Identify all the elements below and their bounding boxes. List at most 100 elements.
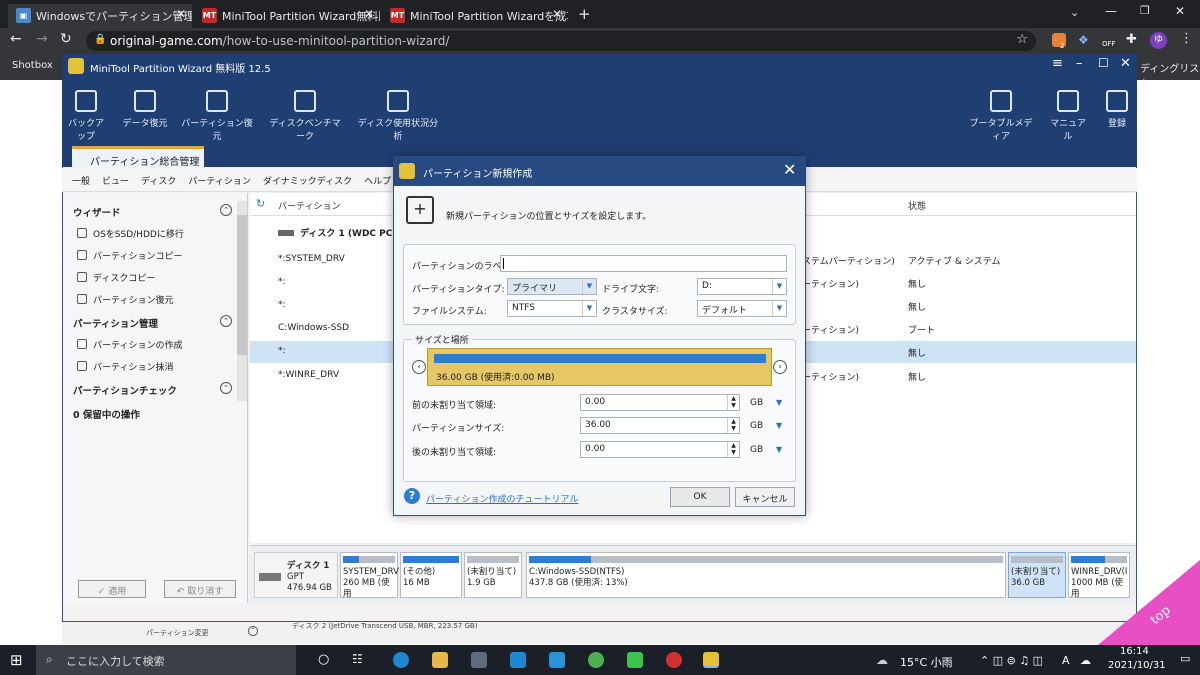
scroll-thumb[interactable] — [237, 215, 247, 355]
disk-benchmark-button[interactable]: ディスクベンチマーク — [266, 90, 344, 142]
edge-icon[interactable] — [393, 652, 409, 668]
profile-avatar[interactable]: ゆ — [1150, 32, 1167, 49]
disk1-header[interactable]: ディスク 1 (WDC PC SN — [278, 226, 410, 239]
spin-buttons[interactable]: ▲ ▼ — [727, 395, 739, 410]
tab-search-icon[interactable]: ⌄ — [1070, 6, 1079, 19]
partition-recovery-item[interactable]: パーティション復元 — [77, 293, 173, 306]
register-button[interactable]: 登録 — [1102, 90, 1132, 129]
bookmark-shotbox[interactable]: Shotbox — [12, 60, 53, 71]
menu-view[interactable]: ビュー — [102, 168, 129, 187]
backup-button[interactable]: バックアップ — [64, 90, 108, 142]
reading-list[interactable]: ディングリスト — [1140, 60, 1200, 90]
collapse-icon[interactable]: ⌃ — [248, 626, 258, 636]
close-tab-icon[interactable]: ✕ — [176, 7, 186, 21]
close-window-button[interactable]: ✕ — [1175, 4, 1185, 18]
diskmap-partition[interactable]: WINRE_DRV(I 1000 MB (使用 — [1068, 552, 1130, 599]
col-partition[interactable]: パーティション — [278, 199, 340, 212]
disk-copy-item[interactable]: ディスクコピー — [77, 271, 155, 284]
ime-indicator[interactable]: A — [1062, 654, 1070, 667]
data-recovery-button[interactable]: データ復元 — [118, 90, 172, 129]
collapse-icon[interactable]: ⌃ — [220, 315, 232, 327]
clock-time[interactable]: 16:14 — [1120, 646, 1149, 657]
partition-copy-item[interactable]: パーティションコピー — [77, 249, 182, 262]
app-menu-icon[interactable]: ≡ — [1052, 56, 1063, 71]
space-analyzer-button[interactable]: ディスク使用状況分析 — [354, 90, 442, 142]
partition-size-field[interactable]: 36.00 ▲ ▼ — [580, 417, 740, 434]
col-status[interactable]: 状態 — [908, 199, 926, 212]
partition-label-field[interactable] — [500, 255, 787, 272]
maximize-button[interactable]: ❐ — [1140, 4, 1150, 17]
diskmap-partition[interactable]: SYSTEM_DRV 260 MB (使用 — [340, 552, 399, 599]
partition-type-select[interactable]: プライマリ ▼ — [507, 278, 597, 295]
l-app-icon[interactable] — [549, 652, 565, 668]
move-right-icon[interactable]: › — [773, 360, 787, 374]
cluster-size-select[interactable]: デフォルト ▼ — [697, 300, 787, 317]
forward-icon[interactable]: → — [36, 31, 48, 47]
close-tab-icon[interactable]: ✕ — [364, 7, 374, 21]
system-tray-icons[interactable]: ⌃ ◫ ⊜ ♫ ◫ — [980, 654, 1043, 667]
menu-icon[interactable]: ⋮ — [1180, 31, 1193, 46]
menu-disk[interactable]: ディスク — [141, 168, 176, 187]
app-minimize-button[interactable]: – — [1076, 56, 1083, 71]
extension-icon[interactable]: ❖ — [1078, 33, 1089, 47]
migrate-os-item[interactable]: OSをSSD/HDDに移行 — [77, 227, 184, 240]
unallocated-after-field[interactable]: 0.00 ▲ ▼ — [580, 441, 740, 458]
diskmap-partition[interactable]: C:Windows-SSD(NTFS) 437.8 GB (使用済: 13%) — [526, 552, 1006, 598]
url-bar[interactable]: 🔒 original-game.com/how-to-use-minitool-p… — [86, 31, 1036, 51]
menu-partition[interactable]: パーティション — [188, 168, 250, 187]
unit-dropdown-icon[interactable]: ▼ — [776, 398, 782, 407]
chrome-icon[interactable] — [588, 652, 604, 668]
browser-tab-1[interactable]: ▣Windowsでパーティション管理。Mini✕ — [8, 4, 192, 28]
partition-recovery-button[interactable]: パーティション復元 — [180, 90, 254, 142]
unallocated-before-field[interactable]: 0.00 ▲ ▼ — [580, 394, 740, 411]
file-explorer-icon[interactable] — [432, 652, 448, 668]
browser-tab-2[interactable]: MTMiniTool Partition Wizard無料版を✕ — [194, 4, 380, 28]
unit-dropdown-icon[interactable]: ▼ — [776, 445, 782, 454]
ok-button[interactable]: OK — [670, 487, 730, 507]
left-scrollbar[interactable] — [237, 201, 247, 401]
undo-button[interactable]: ↶ 取り消す — [164, 580, 236, 598]
close-tab-icon[interactable]: ✕ — [552, 7, 562, 21]
menu-help[interactable]: ヘルプ — [364, 168, 391, 187]
browser-tab-3[interactable]: MTMiniTool Partition Wizardを成功に✕ — [382, 4, 568, 28]
minimize-button[interactable]: — — [1105, 4, 1117, 18]
line-icon[interactable] — [627, 652, 643, 668]
puzzle-icon[interactable]: ✚ — [1126, 32, 1137, 47]
menu-dynamic-disk[interactable]: ダイナミックディスク — [263, 168, 352, 187]
move-left-icon[interactable]: ‹ — [412, 360, 426, 374]
weather-text[interactable]: 15°C 小雨 — [900, 654, 953, 670]
taskbar-search[interactable]: ⌕ ここに入力して検索 — [36, 645, 296, 675]
back-icon[interactable]: ← — [10, 31, 22, 47]
partition-wizard-taskbar-icon[interactable] — [703, 652, 719, 668]
task-view-icon[interactable]: ○ — [318, 652, 329, 667]
collapse-icon[interactable]: ⌃ — [220, 204, 232, 216]
file-system-select[interactable]: NTFS ▼ — [507, 300, 597, 317]
manual-button[interactable]: マニュアル — [1048, 90, 1088, 142]
clock-date[interactable]: 2021/10/31 — [1108, 660, 1166, 671]
unit-dropdown-icon[interactable]: ▼ — [776, 421, 782, 430]
new-tab-button[interactable]: + — [578, 5, 591, 23]
app-maximize-button[interactable]: ☐ — [1098, 56, 1109, 70]
app-red-icon[interactable] — [666, 652, 682, 668]
menu-general[interactable]: 一般 — [72, 168, 90, 187]
diskmap-partition-selected[interactable]: (未割り当て) 36.0 GB — [1008, 552, 1066, 598]
apply-button[interactable]: ✓ 適用 — [78, 580, 146, 598]
windows-start-icon[interactable]: ⊞ — [10, 651, 23, 669]
tutorial-link[interactable]: パーティション作成のチュートリアル — [426, 492, 578, 505]
tab-partition-management[interactable]: パーティション総合管理 — [72, 146, 204, 168]
app-close-button[interactable]: ✕ — [1120, 56, 1131, 71]
create-partition-item[interactable]: パーティションの作成 — [77, 338, 182, 351]
bootable-media-button[interactable]: ブータブルメディア — [968, 90, 1034, 142]
star-icon[interactable]: ☆ — [1016, 32, 1028, 47]
cancel-button[interactable]: キャンセル — [735, 487, 795, 507]
partition-size-slider[interactable]: 36.00 GB (使用済:0.00 MB) — [427, 348, 772, 386]
diskmap-partition[interactable]: (その他) 16 MB — [400, 552, 462, 598]
refresh-icon[interactable]: ↻ — [256, 197, 265, 210]
store-icon[interactable] — [471, 652, 487, 668]
mail-icon[interactable] — [510, 652, 526, 668]
extension-off-badge[interactable]: OFF — [1100, 40, 1118, 48]
disk1-summary[interactable]: ディスク 1 GPT 476.94 GB — [254, 552, 338, 598]
collapse-icon[interactable]: ⌃ — [220, 382, 232, 394]
dialog-close-button[interactable]: ✕ — [783, 160, 796, 179]
drive-letter-select[interactable]: D: ▼ — [697, 278, 787, 295]
